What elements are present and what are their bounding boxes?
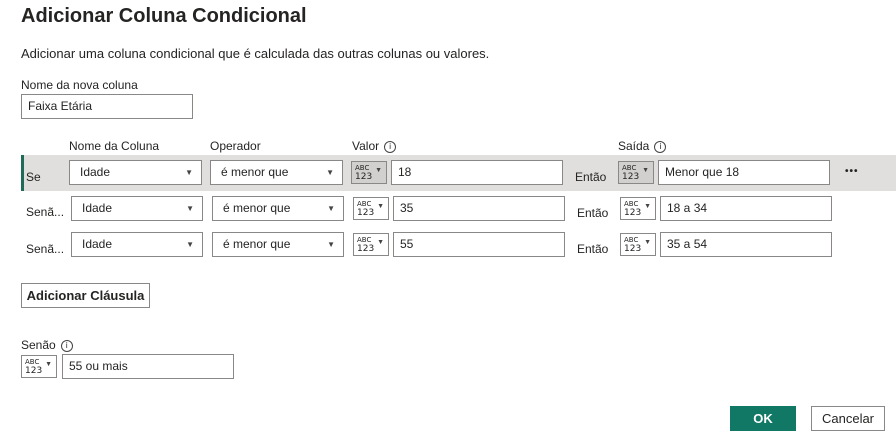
- operator-value: é menor que: [221, 165, 289, 179]
- else-input[interactable]: 55 ou mais: [62, 354, 234, 379]
- operator-dropdown[interactable]: é menor que ▼: [210, 160, 343, 185]
- then-label: Então: [575, 170, 607, 184]
- new-column-name-input[interactable]: Faixa Etária: [21, 94, 193, 119]
- type-123-text: 123: [622, 172, 640, 182]
- chevron-down-icon: ▼: [45, 361, 52, 368]
- chevron-down-icon: ▼: [644, 239, 651, 246]
- type-abc-text: ABC: [355, 164, 370, 172]
- operator-dropdown[interactable]: é menor que ▼: [212, 232, 344, 257]
- chevron-down-icon: ▼: [185, 168, 193, 177]
- type-abc-text: ABC: [624, 236, 639, 244]
- type-123-text: 123: [624, 244, 642, 254]
- chevron-down-icon: ▼: [326, 168, 334, 177]
- else-label-text: Senão: [21, 338, 56, 352]
- cancel-button[interactable]: Cancelar: [811, 406, 885, 431]
- operator-value: é menor que: [223, 237, 291, 251]
- else-label: Senão i: [21, 338, 73, 352]
- header-operator: Operador: [210, 139, 261, 153]
- output-type-selector[interactable]: ABC 123 ▼: [620, 233, 656, 256]
- rule-prefix: Senã...: [26, 205, 65, 219]
- type-abc-text: ABC: [25, 358, 40, 366]
- column-name-value: Idade: [82, 201, 113, 215]
- type-abc-text: ABC: [357, 236, 372, 244]
- rule-row-indicator: [21, 155, 24, 191]
- chevron-down-icon: ▼: [327, 240, 335, 249]
- header-value: Valor i: [352, 139, 397, 153]
- info-icon[interactable]: i: [60, 339, 73, 352]
- chevron-down-icon: ▼: [375, 167, 382, 174]
- output-input[interactable]: 18 a 34: [660, 196, 832, 221]
- then-label: Então: [577, 206, 609, 220]
- more-options-icon[interactable]: •••: [845, 166, 859, 177]
- column-name-dropdown[interactable]: Idade ▼: [71, 196, 203, 221]
- else-type-selector[interactable]: ABC 123 ▼: [21, 355, 57, 378]
- column-name-value: Idade: [82, 237, 113, 251]
- chevron-down-icon: ▼: [327, 204, 335, 213]
- type-abc-text: ABC: [357, 200, 372, 208]
- type-123-text: 123: [25, 366, 43, 376]
- value-input[interactable]: 55: [393, 232, 565, 257]
- chevron-down-icon: ▼: [377, 239, 384, 246]
- operator-dropdown[interactable]: é menor que ▼: [212, 196, 344, 221]
- output-type-selector[interactable]: ABC 123 ▼: [618, 161, 654, 184]
- column-name-value: Idade: [80, 165, 111, 179]
- ok-button[interactable]: OK: [730, 406, 796, 431]
- chevron-down-icon: ▼: [642, 167, 649, 174]
- chevron-down-icon: ▼: [186, 204, 194, 213]
- rule-prefix: Se: [26, 170, 41, 184]
- header-column-name: Nome da Coluna: [69, 139, 160, 153]
- info-icon[interactable]: i: [384, 140, 397, 153]
- value-input[interactable]: 18: [391, 160, 563, 185]
- type-abc-text: ABC: [622, 164, 637, 172]
- type-123-text: 123: [355, 172, 373, 182]
- output-input[interactable]: 35 a 54: [660, 232, 832, 257]
- header-value-label: Valor: [352, 139, 380, 153]
- type-123-text: 123: [624, 208, 642, 218]
- column-name-dropdown[interactable]: Idade ▼: [69, 160, 202, 185]
- info-icon[interactable]: i: [654, 140, 667, 153]
- dialog-title: Adicionar Coluna Condicional: [21, 5, 307, 27]
- new-column-name-label: Nome da nova coluna: [21, 78, 138, 92]
- rule-prefix: Senã...: [26, 242, 65, 256]
- dialog-description: Adicionar uma coluna condicional que é c…: [21, 46, 490, 61]
- type-abc-text: ABC: [624, 200, 639, 208]
- output-type-selector[interactable]: ABC 123 ▼: [620, 197, 656, 220]
- header-output: Saída i: [618, 139, 667, 153]
- column-name-dropdown[interactable]: Idade ▼: [71, 232, 203, 257]
- value-type-selector[interactable]: ABC 123 ▼: [353, 197, 389, 220]
- type-123-text: 123: [357, 244, 375, 254]
- operator-value: é menor que: [223, 201, 291, 215]
- add-clause-button[interactable]: Adicionar Cláusula: [21, 283, 150, 308]
- output-input[interactable]: Menor que 18: [658, 160, 830, 185]
- value-type-selector[interactable]: ABC 123 ▼: [353, 233, 389, 256]
- chevron-down-icon: ▼: [644, 203, 651, 210]
- value-input[interactable]: 35: [393, 196, 565, 221]
- chevron-down-icon: ▼: [186, 240, 194, 249]
- type-123-text: 123: [357, 208, 375, 218]
- header-output-label: Saída: [618, 139, 650, 153]
- value-type-selector[interactable]: ABC 123 ▼: [351, 161, 387, 184]
- then-label: Então: [577, 242, 609, 256]
- chevron-down-icon: ▼: [377, 203, 384, 210]
